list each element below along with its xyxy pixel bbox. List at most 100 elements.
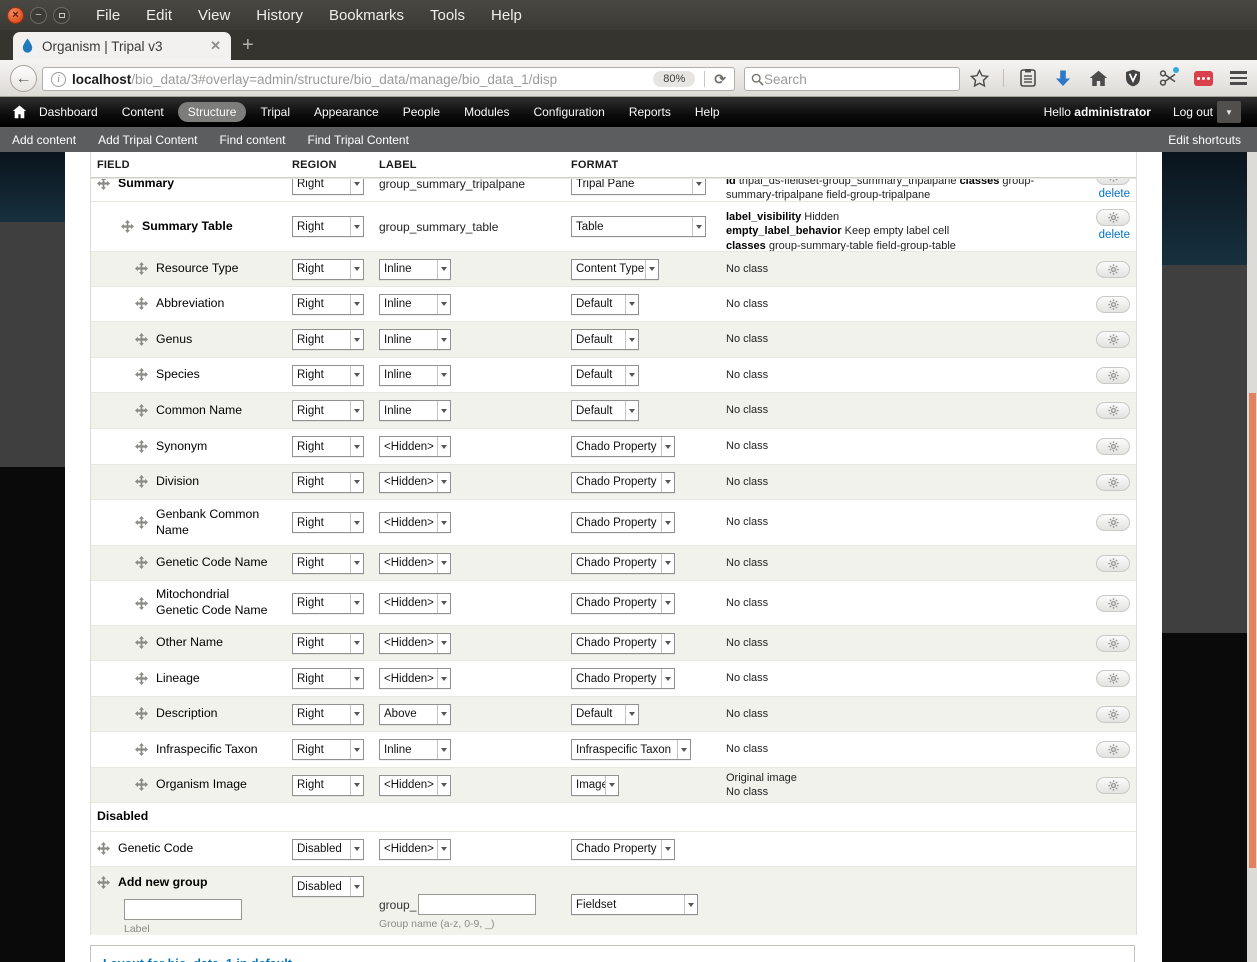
format-select[interactable]: Chado Property (571, 472, 675, 493)
layout-fieldset-title[interactable]: Layout for bio_data_1 in default (103, 957, 292, 962)
region-select[interactable]: Right (292, 365, 364, 386)
admin-home-icon[interactable] (12, 105, 27, 119)
region-select[interactable]: Right (292, 436, 364, 457)
region-select[interactable]: Disabled (292, 839, 364, 860)
drag-handle-icon[interactable] (135, 778, 148, 791)
site-info-icon[interactable]: i (51, 72, 66, 87)
menu-hamburger-icon[interactable] (1227, 66, 1249, 90)
drag-handle-icon[interactable] (135, 597, 148, 610)
menubar-item-file[interactable]: File (96, 7, 120, 24)
label-select[interactable]: <Hidden> (379, 775, 451, 796)
format-select[interactable]: Infraspecific Taxon (571, 739, 691, 760)
drag-handle-icon[interactable] (135, 333, 148, 346)
drag-handle-icon[interactable] (135, 556, 148, 569)
label-select[interactable]: Inline (379, 294, 451, 315)
region-select[interactable]: Right (292, 553, 364, 574)
format-select[interactable]: Table (571, 216, 706, 237)
delete-link[interactable]: delete (1099, 188, 1130, 200)
settings-gear-button[interactable] (1096, 296, 1130, 313)
admin-menu-item-help[interactable]: Help (695, 102, 720, 122)
window-minimize-button[interactable]: − (30, 7, 47, 24)
format-select[interactable]: Tripal Pane (571, 178, 706, 195)
label-select[interactable]: Inline (379, 400, 451, 421)
delete-link[interactable]: delete (1099, 229, 1130, 241)
settings-gear-button[interactable] (1096, 261, 1130, 278)
home-icon[interactable] (1087, 66, 1109, 90)
search-bar[interactable] (744, 67, 960, 91)
bookmark-star-icon[interactable] (968, 66, 990, 90)
drag-handle-icon[interactable] (135, 475, 148, 488)
tab-close-icon[interactable]: ✕ (208, 38, 223, 54)
shortcut-add-tripal-content[interactable]: Add Tripal Content (98, 133, 197, 147)
drag-handle-icon[interactable] (135, 440, 148, 453)
label-select[interactable]: Inline (379, 329, 451, 350)
zoom-level-badge[interactable]: 80% (653, 71, 695, 87)
region-select[interactable]: Right (292, 739, 364, 760)
edit-shortcuts-link[interactable]: Edit shortcuts (1168, 133, 1241, 147)
admin-menu-item-dashboard[interactable]: Dashboard (39, 102, 98, 122)
label-select[interactable]: Inline (379, 739, 451, 760)
new-tab-button[interactable]: + (242, 34, 254, 56)
format-select[interactable]: Chado Property (571, 553, 675, 574)
region-select[interactable]: Right (292, 259, 364, 280)
region-select[interactable]: Right (292, 633, 364, 654)
label-select[interactable]: <Hidden> (379, 593, 451, 614)
reload-button[interactable]: ⟳ (714, 71, 726, 88)
page-scrollbar-thumb[interactable] (1249, 393, 1256, 868)
format-select[interactable]: Chado Property (571, 593, 675, 614)
menubar-item-edit[interactable]: Edit (146, 7, 172, 24)
format-select[interactable]: Fieldset (571, 894, 698, 915)
settings-gear-button[interactable] (1096, 367, 1130, 384)
format-select[interactable]: Chado Property (571, 839, 675, 860)
format-select[interactable]: Default (571, 400, 639, 421)
region-select[interactable]: Right (292, 400, 364, 421)
shortcut-add-content[interactable]: Add content (12, 133, 76, 147)
admin-menu-item-structure[interactable]: Structure (178, 102, 247, 122)
region-select[interactable]: Right (292, 704, 364, 725)
search-input[interactable] (764, 72, 953, 87)
region-select[interactable]: Right (292, 668, 364, 689)
label-select[interactable]: <Hidden> (379, 633, 451, 654)
label-select[interactable]: <Hidden> (379, 668, 451, 689)
format-select[interactable]: Default (571, 365, 639, 386)
format-select[interactable]: Chado Property (571, 668, 675, 689)
region-select[interactable]: Right (292, 329, 364, 350)
format-select[interactable]: Default (571, 704, 639, 725)
region-select[interactable]: Disabled (292, 876, 364, 897)
downloads-icon[interactable] (1052, 66, 1074, 90)
admin-menu-item-tripal[interactable]: Tripal (260, 102, 290, 122)
label-select[interactable]: <Hidden> (379, 512, 451, 533)
window-maximize-button[interactable] (53, 7, 70, 24)
extension-icon[interactable] (1192, 66, 1214, 90)
admin-menu-item-appearance[interactable]: Appearance (314, 102, 379, 122)
region-select[interactable]: Right (292, 512, 364, 533)
drag-handle-icon[interactable] (97, 178, 110, 190)
settings-gear-button[interactable] (1096, 670, 1130, 687)
drag-handle-icon[interactable] (135, 743, 148, 756)
url-text[interactable]: localhost/bio_data/3#overlay=admin/struc… (72, 72, 649, 87)
shortcut-find-content[interactable]: Find content (219, 133, 285, 147)
drag-handle-icon[interactable] (97, 842, 110, 855)
label-select[interactable]: <Hidden> (379, 436, 451, 457)
label-select[interactable]: Inline (379, 365, 451, 386)
new-group-name-input[interactable] (418, 894, 536, 915)
new-group-label-input[interactable] (124, 899, 242, 920)
format-select[interactable]: Chado Property (571, 512, 675, 533)
drag-handle-icon[interactable] (135, 368, 148, 381)
settings-gear-button[interactable] (1096, 595, 1130, 612)
region-select[interactable]: Right (292, 593, 364, 614)
settings-gear-button[interactable] (1096, 402, 1130, 419)
format-select[interactable]: Chado Property (571, 436, 675, 457)
format-select[interactable]: Image (571, 775, 619, 796)
menubar-item-view[interactable]: View (198, 7, 230, 24)
drag-handle-icon[interactable] (135, 262, 148, 275)
label-select[interactable]: Above (379, 704, 451, 725)
settings-gear-button[interactable] (1096, 209, 1130, 226)
drag-handle-icon[interactable] (135, 404, 148, 417)
settings-gear-button[interactable] (1096, 474, 1130, 491)
drag-handle-icon[interactable] (135, 516, 148, 529)
label-select[interactable]: <Hidden> (379, 839, 451, 860)
toolbar-toggle-button[interactable]: ▼ (1217, 101, 1241, 123)
format-select[interactable]: Default (571, 294, 639, 315)
settings-gear-button[interactable] (1096, 514, 1130, 531)
